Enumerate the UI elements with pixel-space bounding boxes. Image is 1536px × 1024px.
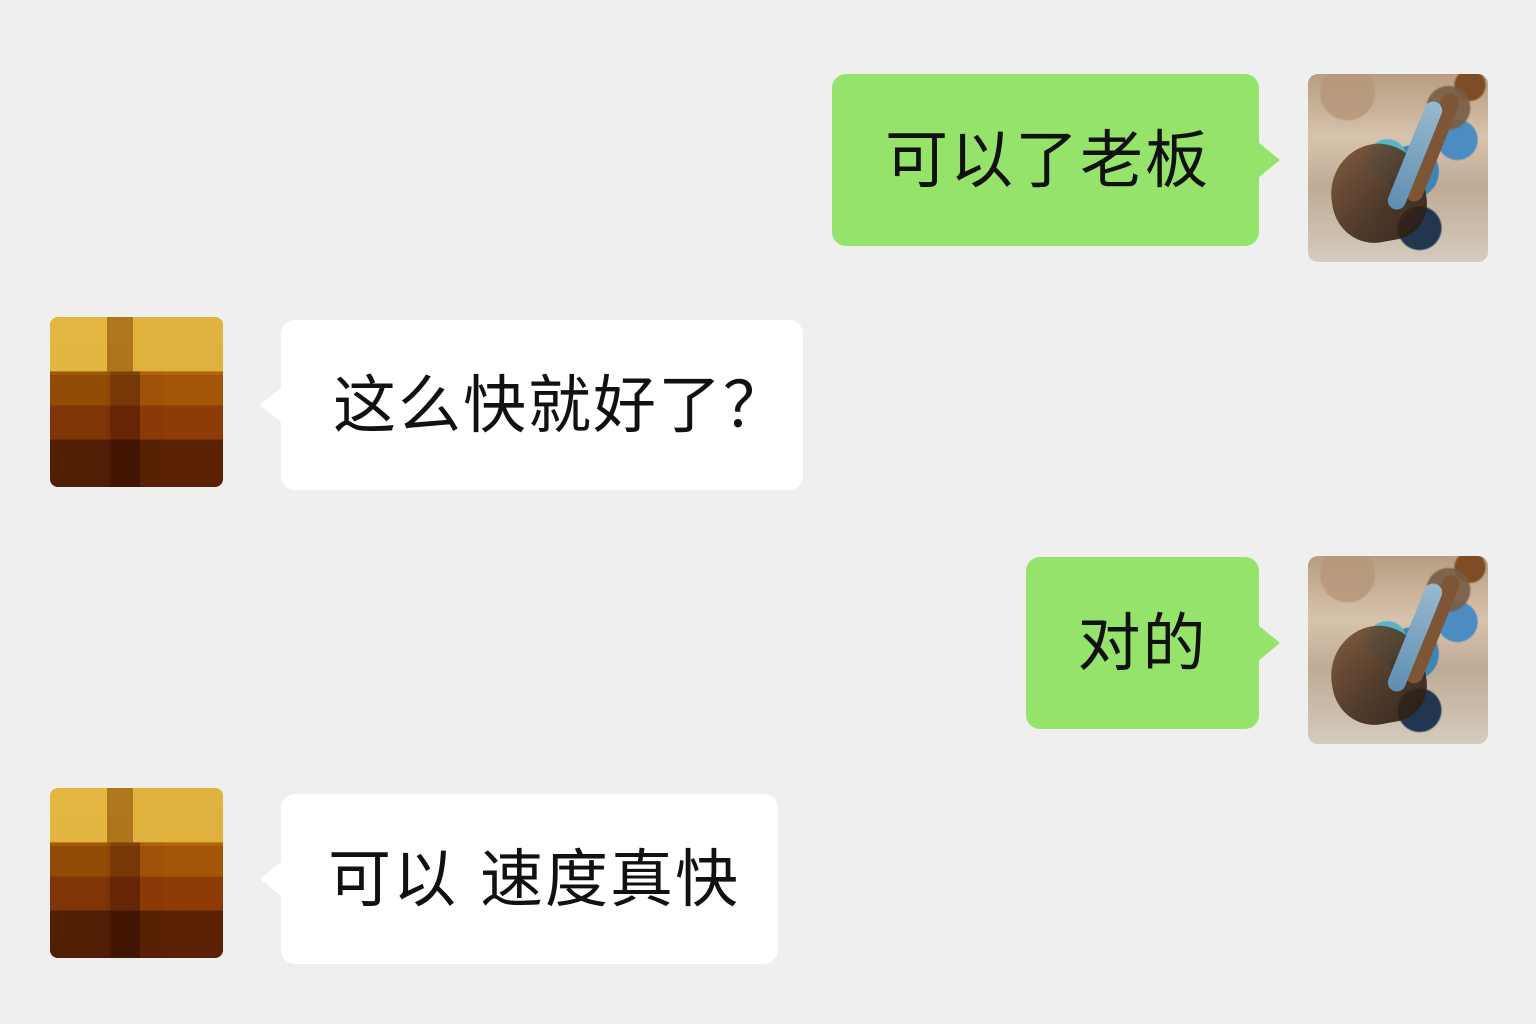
message-text: 可以了老板: [885, 123, 1210, 197]
message-text: 可以 速度真快: [328, 842, 741, 916]
message-bubble-self[interactable]: 可以了老板: [832, 74, 1259, 246]
message-bubble-other[interactable]: 这么快就好了？: [281, 320, 803, 490]
avatar[interactable]: [1308, 556, 1488, 744]
avatar[interactable]: [1308, 74, 1488, 262]
message-text: 对的: [1077, 606, 1208, 680]
message-bubble-self[interactable]: 对的: [1026, 557, 1259, 729]
avatar[interactable]: [50, 317, 223, 487]
message-text: 这么快就好了？: [333, 368, 788, 442]
chat-thread: 可以了老板 这么快就好了？ 对的 可以 速度真快: [0, 0, 1536, 1024]
message-bubble-other[interactable]: 可以 速度真快: [281, 794, 778, 964]
avatar[interactable]: [50, 788, 223, 958]
